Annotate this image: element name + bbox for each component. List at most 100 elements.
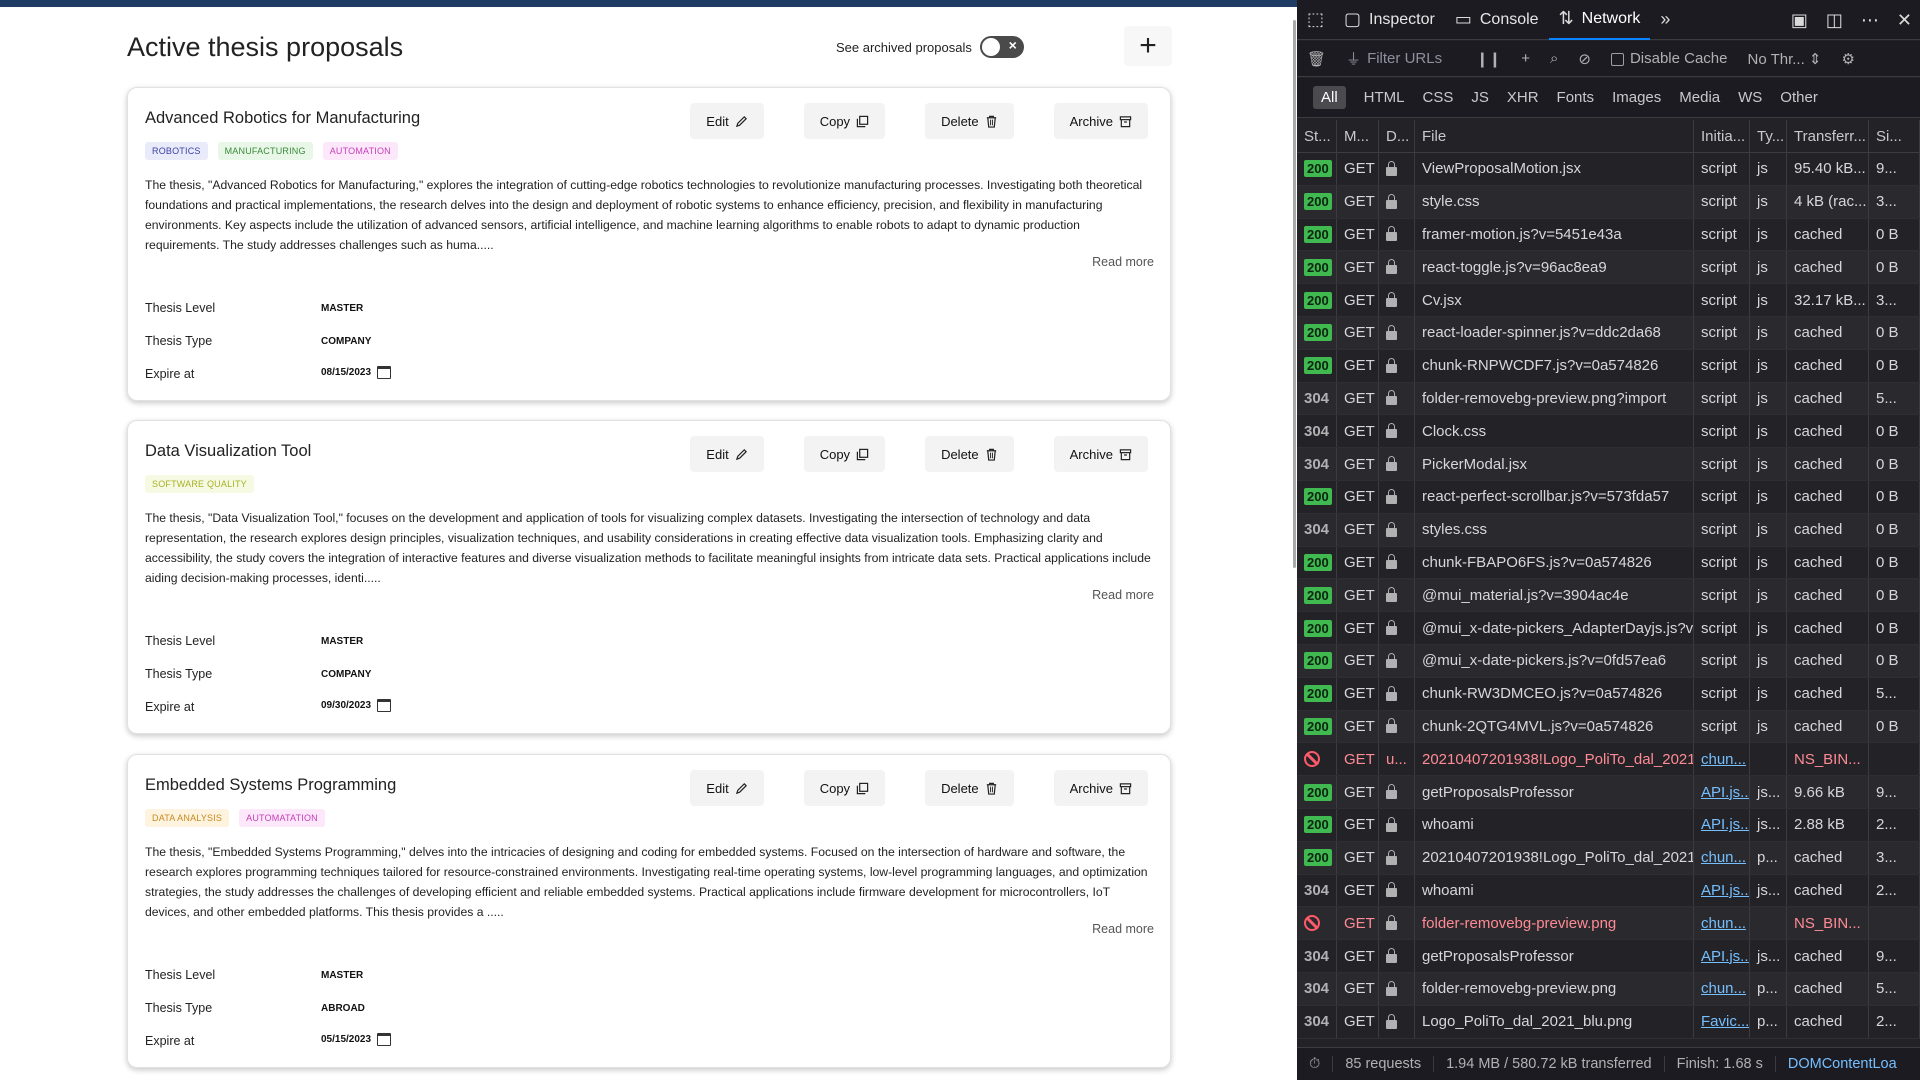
filter-type-html[interactable]: HTML [1364,89,1405,106]
block-icon[interactable]: ⊘ [1568,50,1601,68]
initiator-cell[interactable]: API.js... [1694,808,1750,841]
table-row[interactable]: 304 GET Logo_PoliTo_dal_2021_blu.png Favic.… [1297,1005,1920,1039]
table-row[interactable]: 200 GET getProposalsProfessor API.js... js..… [1297,776,1920,809]
table-row[interactable]: 304 GET styles.css script js cached 0 B [1297,513,1920,547]
table-row[interactable]: 200 GET react-toggle.js?v=96ac8ea9 script js… [1297,251,1920,285]
filter-type-other[interactable]: Other [1780,89,1818,106]
initiator-cell[interactable]: Favic... [1694,1005,1750,1038]
filter-type-media[interactable]: Media [1679,89,1720,106]
filter-type-fonts[interactable]: Fonts [1557,89,1595,106]
initiator-cell[interactable]: chun... [1694,972,1750,1005]
filter-type-js[interactable]: JS [1471,89,1489,106]
tab-console[interactable]: ▭ Console [1445,0,1549,40]
archive-button[interactable]: Archive [1053,770,1148,806]
close-devtools-icon[interactable]: ✕ [1897,10,1912,31]
table-row[interactable]: 200 GET chunk-RNPWCDF7.js?v=0a574826 script… [1297,349,1920,383]
column-header[interactable]: D... [1379,120,1415,152]
table-row[interactable]: 200 GET react-perfect-scrollbar.js?v=573fd… [1297,480,1920,514]
table-row[interactable]: GET u... 20210407201938!Logo_PoliTo_dal_20… [1297,743,1920,777]
more-options-icon[interactable]: ⋯ [1861,10,1879,31]
copy-button[interactable]: Copy [803,770,886,806]
table-row[interactable]: GET folder-removebg-preview.png chun... NS_… [1297,907,1920,941]
read-more-link[interactable]: Read more [1092,255,1154,269]
trash-icon[interactable]: 🗑 [1297,50,1336,68]
initiator-cell[interactable]: API.js... [1694,776,1750,808]
filter-type-xhr[interactable]: XHR [1507,89,1539,106]
element-picker-icon[interactable]: ⬚ [1297,0,1334,40]
delete-button[interactable]: Delete [925,436,1014,472]
search-icon[interactable]: ⌕ [1540,50,1568,67]
delete-button[interactable]: Delete [925,770,1014,806]
dock-icon[interactable]: ◫ [1826,10,1843,31]
calendar-icon[interactable] [377,1033,392,1046]
table-row[interactable]: 200 GET chunk-FBAPO6FS.js?v=0a574826 script… [1297,546,1920,580]
filter-type-css[interactable]: CSS [1423,89,1454,106]
add-block-icon[interactable]: + [1511,50,1540,67]
more-tabs-icon[interactable]: » [1650,0,1680,40]
initiator-link[interactable]: API.js... [1701,948,1749,965]
initiator-cell[interactable]: chun... [1694,841,1750,874]
initiator-cell[interactable]: chun... [1694,907,1750,940]
initiator-link[interactable]: chun... [1701,915,1746,932]
filter-type-ws[interactable]: WS [1738,89,1762,106]
table-row[interactable]: 200 GET @mui_material.js?v=3904ac4e script j… [1297,579,1920,613]
column-header[interactable]: Ty... [1750,120,1787,152]
calendar-icon[interactable] [377,699,392,712]
delete-button[interactable]: Delete [925,103,1014,139]
column-header[interactable]: St... [1297,120,1337,152]
edit-button[interactable]: Edit [690,103,764,139]
filter-urls-input[interactable]: ⏚ Filter URLs [1336,48,1466,69]
read-more-link[interactable]: Read more [1092,922,1154,936]
add-proposal-button[interactable]: + [1124,26,1172,66]
table-row[interactable]: 304 GET Clock.css script js cached 0 B [1297,415,1920,449]
table-row[interactable]: 304 GET folder-removebg-preview.png chun...… [1297,972,1920,1006]
throttle-select[interactable]: No Thr... ⇕ [1738,50,1832,68]
edit-button[interactable]: Edit [690,770,764,806]
table-row[interactable]: 304 GET PickerModal.jsx script js cached 0 B [1297,448,1920,481]
pause-icon[interactable]: ❙❙ [1466,50,1511,68]
edit-button[interactable]: Edit [690,436,764,472]
table-row[interactable]: 200 GET Cv.jsx script js 32.17 kB... 3... [1297,284,1920,317]
column-header[interactable]: M... [1337,120,1379,152]
initiator-link[interactable]: Favic... [1701,1013,1749,1030]
archived-toggle[interactable]: × [979,36,1024,58]
table-row[interactable]: 304 GET folder-removebg-preview.png?import… [1297,382,1920,416]
filter-type-images[interactable]: Images [1612,89,1661,106]
initiator-link[interactable]: chun... [1701,751,1746,768]
column-header[interactable]: Transferr... [1787,120,1869,152]
tab-inspector[interactable]: ▢ Inspector [1334,0,1445,40]
table-row[interactable]: 200 GET whoami API.js... js... 2.88 kB 2... [1297,808,1920,842]
table-row[interactable]: 200 GET @mui_x-date-pickers_AdapterDayjs.j… [1297,612,1920,645]
initiator-link[interactable]: chun... [1701,849,1746,866]
table-row[interactable]: 304 GET getProposalsProfessor API.js... js..… [1297,940,1920,973]
table-row[interactable]: 200 GET 20210407201938!Logo_PoliTo_dal_202… [1297,841,1920,875]
initiator-cell[interactable]: chun... [1694,743,1750,776]
tab-network[interactable]: ⇅ Network [1548,0,1651,40]
read-more-link[interactable]: Read more [1092,588,1154,602]
initiator-link[interactable]: chun... [1701,980,1746,997]
initiator-cell[interactable]: API.js... [1694,874,1750,907]
disable-cache-checkbox[interactable]: Disable Cache [1601,50,1738,67]
column-header[interactable]: Initia... [1694,120,1750,152]
responsive-design-icon[interactable]: ▣ [1791,10,1808,31]
copy-button[interactable]: Copy [803,103,886,139]
table-row[interactable]: 200 GET @mui_x-date-pickers.js?v=0fd57ea6 s… [1297,644,1920,678]
timer-icon[interactable]: ⏱ [1297,1056,1334,1072]
table-row[interactable]: 200 GET react-loader-spinner.js?v=ddc2da68… [1297,316,1920,350]
initiator-link[interactable]: API.js... [1701,882,1749,899]
column-header[interactable]: Si... [1869,120,1920,152]
table-row[interactable]: 200 GET style.css script js 4 kB (rac... 3... [1297,185,1920,219]
archive-button[interactable]: Archive [1053,103,1148,139]
settings-gear-icon[interactable]: ⚙ [1832,50,1865,68]
table-row[interactable]: 200 GET framer-motion.js?v=5451e43a script j… [1297,218,1920,252]
initiator-link[interactable]: API.js... [1701,816,1749,833]
table-row[interactable]: 200 GET ViewProposalMotion.jsx script js 95.4… [1297,153,1920,186]
page-scrollbar[interactable] [1293,20,1296,568]
initiator-cell[interactable]: API.js... [1694,940,1750,972]
initiator-link[interactable]: API.js... [1701,784,1749,801]
table-row[interactable]: 200 GET chunk-2QTG4MVL.js?v=0a574826 script… [1297,710,1920,744]
table-row[interactable]: 304 GET whoami API.js... js... cached 2... [1297,874,1920,908]
copy-button[interactable]: Copy [803,436,886,472]
filter-type-all[interactable]: All [1313,86,1346,109]
column-header[interactable]: File [1415,120,1694,152]
